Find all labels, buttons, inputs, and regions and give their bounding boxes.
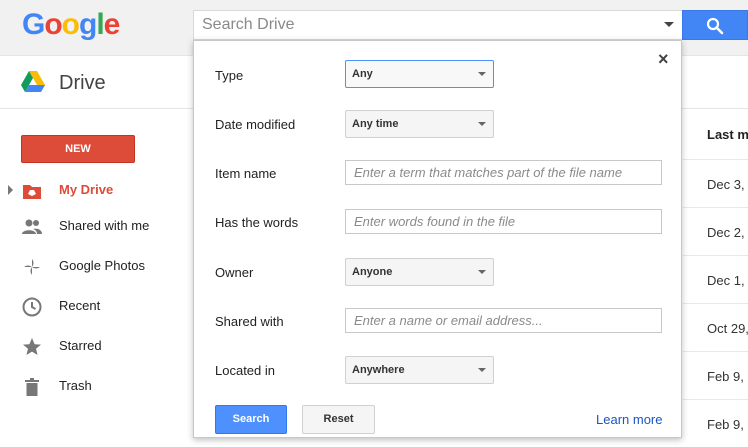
row-date: Feb 9, 2 bbox=[707, 417, 748, 432]
sidebar-item-label: Recent bbox=[59, 298, 101, 313]
clock-icon bbox=[22, 297, 42, 317]
sidebar-item-google-photos[interactable]: Google Photos bbox=[0, 250, 193, 282]
sidebar-item-label: Starred bbox=[59, 338, 102, 353]
table-row[interactable]: Dec 2, 2 bbox=[683, 207, 748, 255]
type-dropdown[interactable]: Any bbox=[345, 60, 494, 88]
logo-letter: o bbox=[44, 8, 62, 41]
magnifier-icon bbox=[706, 17, 724, 35]
sidebar-item-trash[interactable]: Trash bbox=[0, 370, 193, 402]
shared-with-field bbox=[345, 308, 662, 333]
sidebar: NEW My Drive Shared with me Google Photo… bbox=[0, 110, 193, 438]
sidebar-item-label: Trash bbox=[59, 378, 92, 393]
chevron-down-icon bbox=[478, 122, 486, 126]
owner-dropdown[interactable]: Anyone bbox=[345, 258, 494, 286]
located-in-dropdown-value: Anywhere bbox=[352, 364, 405, 376]
item-name-field bbox=[345, 160, 662, 185]
item-name-input[interactable] bbox=[346, 161, 661, 184]
table-row[interactable]: Feb 9, 2 bbox=[683, 399, 748, 447]
table-row[interactable]: Feb 9, 2 bbox=[683, 351, 748, 399]
date-modified-dropdown-value: Any time bbox=[352, 118, 399, 130]
row-date: Feb 9, 2 bbox=[707, 369, 748, 384]
search-options-caret-icon[interactable] bbox=[664, 22, 674, 27]
logo-letter: g bbox=[79, 8, 97, 41]
people-icon bbox=[22, 219, 42, 234]
sidebar-item-my-drive[interactable]: My Drive bbox=[0, 174, 193, 206]
located-in-label: Located in bbox=[215, 363, 275, 378]
type-label: Type bbox=[215, 68, 244, 83]
sidebar-item-recent[interactable]: Recent bbox=[0, 290, 193, 322]
sidebar-item-starred[interactable]: Starred bbox=[0, 330, 193, 362]
file-list: Last mo Dec 3, 2 Dec 2, 2 Dec 1, 2 Oct 2… bbox=[683, 110, 748, 438]
search-button[interactable] bbox=[682, 10, 748, 40]
sidebar-item-label: Google Photos bbox=[59, 258, 146, 273]
has-words-field bbox=[345, 209, 662, 234]
drive-triangle-icon[interactable] bbox=[21, 71, 45, 93]
drive-folder-icon bbox=[23, 185, 41, 199]
chevron-down-icon bbox=[478, 72, 486, 76]
row-date: Dec 1, 2 bbox=[707, 273, 748, 288]
advanced-search-dialog: × Type Any Date modified Any time Item n… bbox=[193, 40, 682, 438]
owner-label: Owner bbox=[215, 265, 254, 280]
date-modified-label: Date modified bbox=[215, 117, 296, 132]
reset-button[interactable]: Reset bbox=[302, 405, 375, 434]
search-input[interactable] bbox=[194, 11, 634, 39]
row-date: Dec 2, 2 bbox=[707, 225, 748, 240]
date-modified-dropdown[interactable]: Any time bbox=[345, 110, 494, 138]
new-button[interactable]: NEW bbox=[21, 135, 135, 163]
owner-dropdown-value: Anyone bbox=[352, 266, 393, 278]
item-name-label: Item name bbox=[215, 166, 277, 181]
search-submit-button[interactable]: Search bbox=[215, 405, 287, 434]
learn-more-link[interactable]: Learn more bbox=[596, 412, 662, 427]
shared-with-input[interactable] bbox=[346, 309, 661, 332]
close-icon[interactable]: × bbox=[658, 49, 669, 70]
app-title: Drive bbox=[59, 72, 106, 94]
row-date: Dec 3, 2 bbox=[707, 177, 748, 192]
chevron-down-icon bbox=[478, 368, 486, 372]
has-words-label: Has the words bbox=[215, 215, 299, 230]
type-dropdown-value: Any bbox=[352, 68, 373, 80]
expand-arrow-icon[interactable] bbox=[8, 185, 13, 195]
logo-letter: e bbox=[103, 8, 121, 41]
sidebar-item-label: Shared with me bbox=[59, 218, 150, 233]
table-row[interactable]: Oct 29, bbox=[683, 303, 748, 351]
has-words-input[interactable] bbox=[346, 210, 661, 233]
logo-letter: G bbox=[22, 8, 45, 41]
google-logo[interactable]: Google bbox=[22, 8, 121, 42]
located-in-dropdown[interactable]: Anywhere bbox=[345, 356, 494, 384]
table-row[interactable]: Dec 1, 2 bbox=[683, 255, 748, 303]
trash-icon bbox=[25, 378, 39, 396]
search-box bbox=[193, 10, 683, 40]
chevron-down-icon bbox=[478, 270, 486, 274]
logo-letter: l bbox=[96, 8, 104, 41]
table-row[interactable]: Dec 3, 2 bbox=[683, 159, 748, 207]
shared-with-label: Shared with bbox=[215, 314, 284, 329]
sidebar-item-shared-with-me[interactable]: Shared with me bbox=[0, 210, 193, 242]
logo-letter: o bbox=[61, 8, 80, 41]
star-icon bbox=[23, 338, 41, 355]
row-date: Oct 29, bbox=[707, 321, 748, 336]
sidebar-item-label: My Drive bbox=[59, 182, 114, 197]
pinwheel-icon bbox=[24, 259, 40, 275]
column-header-last-modified[interactable]: Last mo bbox=[707, 127, 748, 142]
